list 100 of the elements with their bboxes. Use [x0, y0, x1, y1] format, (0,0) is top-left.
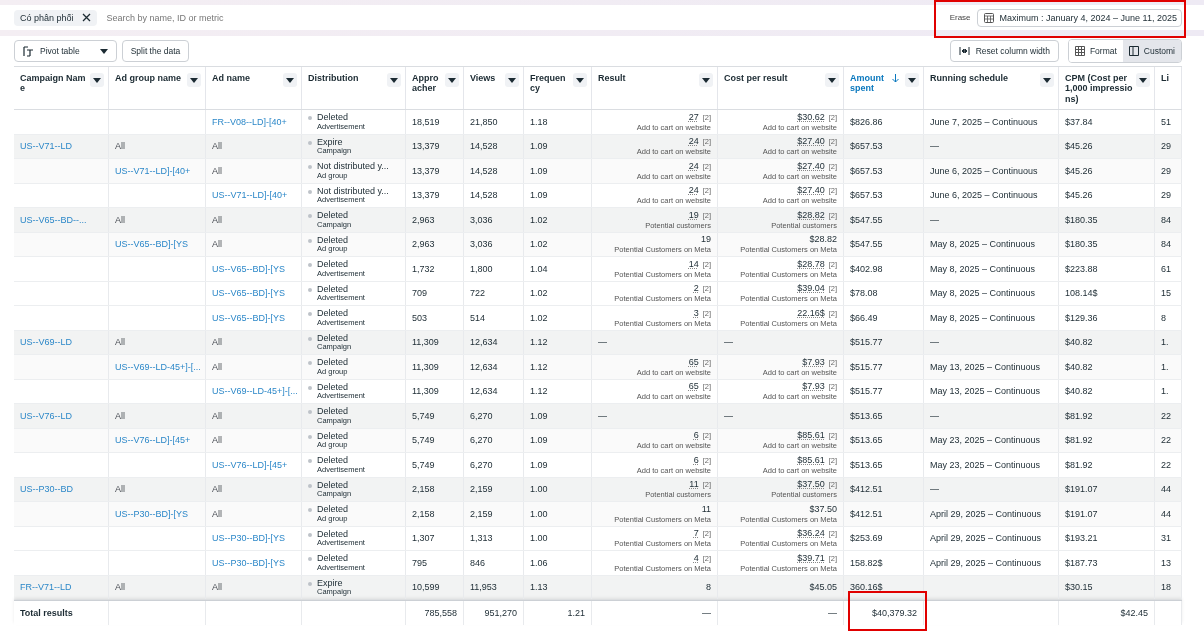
- table-cell: —: [924, 330, 1059, 354]
- table-cell: All: [109, 575, 206, 599]
- result-value: 65: [688, 381, 699, 393]
- column-menu-button[interactable]: [825, 73, 839, 87]
- status-dot: [308, 214, 312, 218]
- name-link[interactable]: US--V65--BD]-[YS: [212, 288, 285, 299]
- column-header[interactable]: Result: [598, 73, 696, 84]
- column-menu-button[interactable]: [505, 73, 519, 87]
- column-menu-button[interactable]: [387, 73, 401, 87]
- table-cell: 84: [1155, 208, 1182, 232]
- name-link[interactable]: US--V71--LD: [20, 141, 72, 152]
- status-text: Not distributed y...: [317, 185, 389, 197]
- caret-icon: [93, 77, 101, 83]
- status-dot: [308, 434, 312, 439]
- name-link[interactable]: US--V71--LD]-[40+: [212, 190, 288, 201]
- table-cell: $513.65: [844, 404, 924, 428]
- caret-icon: [99, 48, 108, 54]
- name-link[interactable]: FR--V71--LD: [20, 582, 72, 593]
- table-cell: 12,634: [464, 355, 524, 379]
- table-cell: 84: [1155, 232, 1182, 256]
- column-menu-button[interactable]: [187, 73, 201, 87]
- table-cell: $402.98: [844, 257, 924, 281]
- name-link[interactable]: US--V65--BD]-[YS: [212, 312, 285, 323]
- date-range-button[interactable]: Maximum : January 4, 2024 – June 11, 2025: [976, 8, 1182, 27]
- result-value: $28.82: [797, 209, 825, 221]
- status-dot: [308, 287, 312, 292]
- caret-icon: [286, 77, 294, 83]
- table-cell: 158.82$: [844, 551, 924, 575]
- column-menu-button[interactable]: [1040, 73, 1054, 87]
- status-text: Deleted: [317, 259, 350, 270]
- name-link[interactable]: US--V76--LD]-[45+: [212, 459, 288, 470]
- table-cell: $826.86: [844, 110, 924, 134]
- column-header[interactable]: Frequency: [530, 73, 570, 94]
- column-header[interactable]: Distribution: [308, 73, 384, 84]
- table-cell: $180.35: [1059, 232, 1155, 256]
- table-cell: 1.02: [524, 208, 592, 232]
- table-cell: 29: [1155, 134, 1182, 158]
- table-cell: —: [592, 601, 718, 625]
- column-header[interactable]: Views: [470, 73, 502, 84]
- column-menu-button[interactable]: [573, 73, 587, 87]
- search-field[interactable]: Search by name, ID or metric: [104, 11, 928, 24]
- name-link[interactable]: US--V65--BD]-[YS: [115, 239, 188, 250]
- column-header[interactable]: CPM (Cost per 1,000 impressions): [1065, 73, 1133, 105]
- column-header[interactable]: Running schedule: [930, 73, 1037, 84]
- column-header[interactable]: Ad group name: [115, 73, 184, 84]
- result-value: $30.62: [797, 111, 825, 123]
- reset-column-width-button[interactable]: Reset column width: [949, 40, 1059, 62]
- column-header[interactable]: Campaign Name: [20, 73, 87, 94]
- caret-icon: [908, 77, 916, 83]
- name-link[interactable]: US--P30--BD]-[YS: [212, 557, 285, 568]
- name-link[interactable]: US--V71--LD]-[40+: [115, 165, 191, 176]
- table-cell: May 13, 2025 – Continuous: [924, 355, 1059, 379]
- result-value: $27.40: [797, 136, 825, 148]
- column-header[interactable]: Amount spent: [850, 73, 889, 94]
- result-value: $7.93: [802, 381, 825, 393]
- pivot-table-button[interactable]: Pivot table: [14, 40, 117, 62]
- status-dot: [308, 189, 312, 194]
- table-cell: 22: [1155, 404, 1182, 428]
- calendar-icon: [983, 12, 994, 23]
- column-menu-button[interactable]: [699, 73, 713, 87]
- name-link[interactable]: US--V69--LD-45+]-[...: [212, 386, 298, 397]
- name-link[interactable]: US--V69--LD: [20, 337, 72, 348]
- table-cell: $253.69: [844, 526, 924, 550]
- split-data-button[interactable]: Split the data: [121, 40, 190, 62]
- caret-icon: [828, 77, 836, 83]
- columns-icon: [1128, 46, 1139, 56]
- table-cell: All: [206, 330, 302, 354]
- table-cell: —: [924, 134, 1059, 158]
- name-link[interactable]: US--V65--BD]-[YS: [212, 263, 285, 274]
- view-toggle-button[interactable]: Customi: [1122, 40, 1181, 62]
- table-cell: May 13, 2025 – Continuous: [924, 379, 1059, 403]
- column-header[interactable]: Ad name: [212, 73, 280, 84]
- result-value: $85.61: [797, 454, 825, 466]
- column-header[interactable]: Cost per result: [724, 73, 822, 84]
- name-link[interactable]: US--V76--LD]-[45+: [115, 435, 191, 446]
- filter-chip[interactable]: Có phân phối: [14, 9, 97, 26]
- name-link[interactable]: US--P30--BD: [20, 484, 73, 495]
- table-cell: 1.02: [524, 281, 592, 305]
- table-cell: 795: [406, 551, 464, 575]
- name-link[interactable]: US--V65--BD--...: [20, 214, 87, 225]
- column-menu-button[interactable]: [905, 73, 919, 87]
- erase-link[interactable]: Erase: [949, 13, 971, 22]
- table-cell: $78.08: [844, 281, 924, 305]
- table-cell: 13,379: [406, 159, 464, 183]
- close-icon[interactable]: [81, 13, 91, 22]
- column-menu-button[interactable]: [283, 73, 297, 87]
- name-link[interactable]: FR--V08--LD]-[40+: [212, 116, 287, 127]
- name-link[interactable]: US--V69--LD-45+]-[...: [115, 361, 201, 372]
- table-cell: 12,634: [464, 379, 524, 403]
- column-menu-button[interactable]: [1136, 73, 1150, 87]
- table-cell: $191.07: [1059, 502, 1155, 526]
- result-value: 3: [693, 307, 699, 319]
- name-link[interactable]: US--P30--BD]-[YS: [212, 533, 285, 544]
- column-menu-button[interactable]: [445, 73, 459, 87]
- name-link[interactable]: US--P30--BD]-[YS: [115, 508, 188, 519]
- column-menu-button[interactable]: [90, 73, 104, 87]
- table-cell: 1.09: [524, 134, 592, 158]
- name-link[interactable]: US--V76--LD: [20, 410, 72, 421]
- column-header[interactable]: Approacher: [412, 73, 442, 94]
- column-header[interactable]: Li: [1161, 73, 1177, 84]
